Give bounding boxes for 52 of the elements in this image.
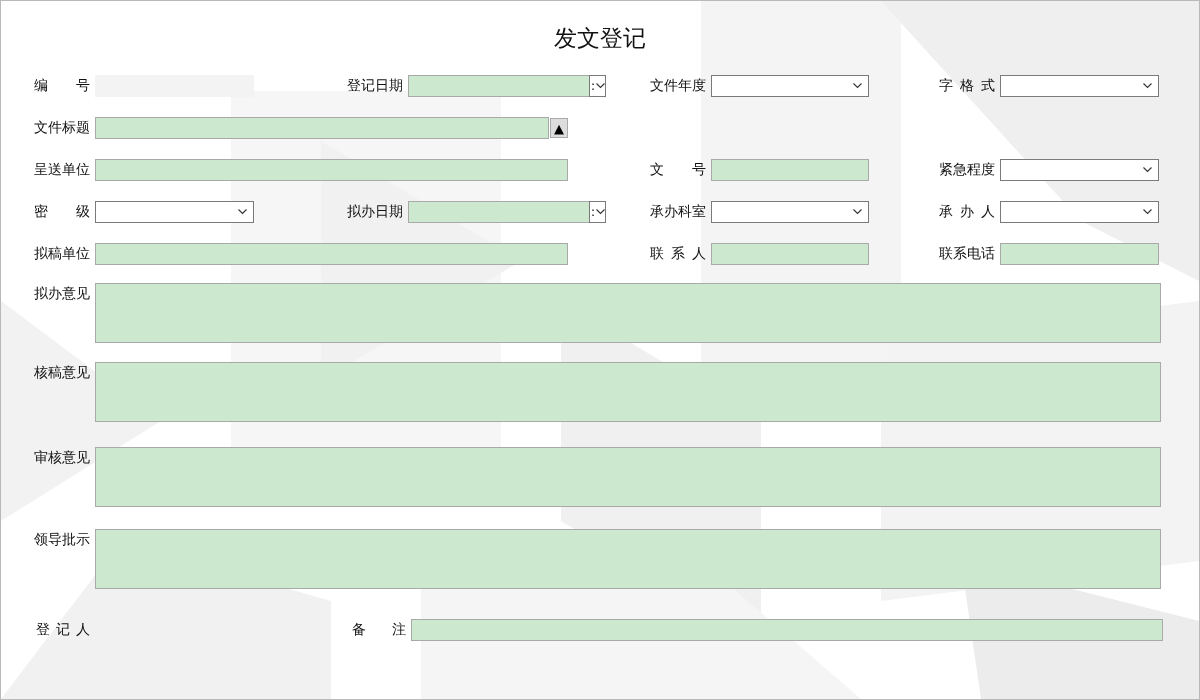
text-area[interactable]	[95, 283, 1161, 343]
chevron-down-icon	[853, 83, 862, 89]
field-label: 编 号	[34, 77, 90, 95]
text-field[interactable]	[711, 243, 869, 265]
field-label: 拟办意见	[34, 285, 90, 303]
text-area[interactable]	[95, 529, 1161, 589]
field-label: 呈送单位	[34, 161, 90, 179]
field-label: 审核意见	[34, 449, 90, 467]
chevron-down-icon	[1143, 167, 1152, 173]
text-area[interactable]	[95, 362, 1161, 422]
field-label: 联 系 人	[650, 245, 706, 263]
field-label: 文 号	[650, 161, 706, 179]
form-title: 发文登记	[554, 24, 646, 53]
field-label: 领导批示	[34, 531, 90, 549]
chevron-down-icon	[238, 209, 247, 215]
text-field[interactable]	[1000, 243, 1159, 265]
text-field[interactable]	[95, 243, 568, 265]
text-area[interactable]	[95, 447, 1161, 507]
field-label: 拟稿单位	[34, 245, 90, 263]
text-field[interactable]	[411, 619, 1163, 641]
field-label: 紧急程度	[939, 161, 995, 179]
chevron-down-icon	[1143, 83, 1152, 89]
field-label: 承办科室	[650, 203, 706, 221]
text-field[interactable]	[711, 159, 869, 181]
field-label: 文件年度	[650, 77, 706, 95]
field-label: 登 记 人	[36, 621, 90, 639]
dropdown[interactable]	[711, 75, 869, 97]
expand-button[interactable]: ▲	[550, 118, 568, 138]
field-label: 联系电话	[939, 245, 995, 263]
date-field[interactable]	[408, 75, 589, 97]
date-picker-button[interactable]: :	[589, 201, 607, 223]
field-label: 字 格 式	[939, 77, 995, 95]
dropdown[interactable]	[1000, 75, 1159, 97]
dropdown[interactable]	[1000, 201, 1159, 223]
field-label: 密 级	[34, 203, 90, 221]
dropdown[interactable]	[711, 201, 869, 223]
dropdown[interactable]	[95, 201, 254, 223]
field-label: 承 办 人	[939, 203, 995, 221]
chevron-down-icon	[1143, 209, 1152, 215]
field-label: 登记日期	[347, 77, 403, 95]
chevron-down-icon	[596, 209, 606, 215]
text-field[interactable]	[95, 117, 549, 139]
chevron-down-icon	[596, 83, 606, 89]
field-label: 拟办日期	[347, 203, 403, 221]
text-field[interactable]	[95, 159, 568, 181]
field-label: 核稿意见	[34, 364, 90, 382]
field-label: 备 注	[352, 621, 406, 639]
date-field[interactable]	[408, 201, 589, 223]
chevron-down-icon	[853, 209, 862, 215]
date-picker-button[interactable]: :	[589, 75, 607, 97]
dropdown[interactable]	[1000, 159, 1159, 181]
field-label: 文件标题	[34, 119, 90, 137]
